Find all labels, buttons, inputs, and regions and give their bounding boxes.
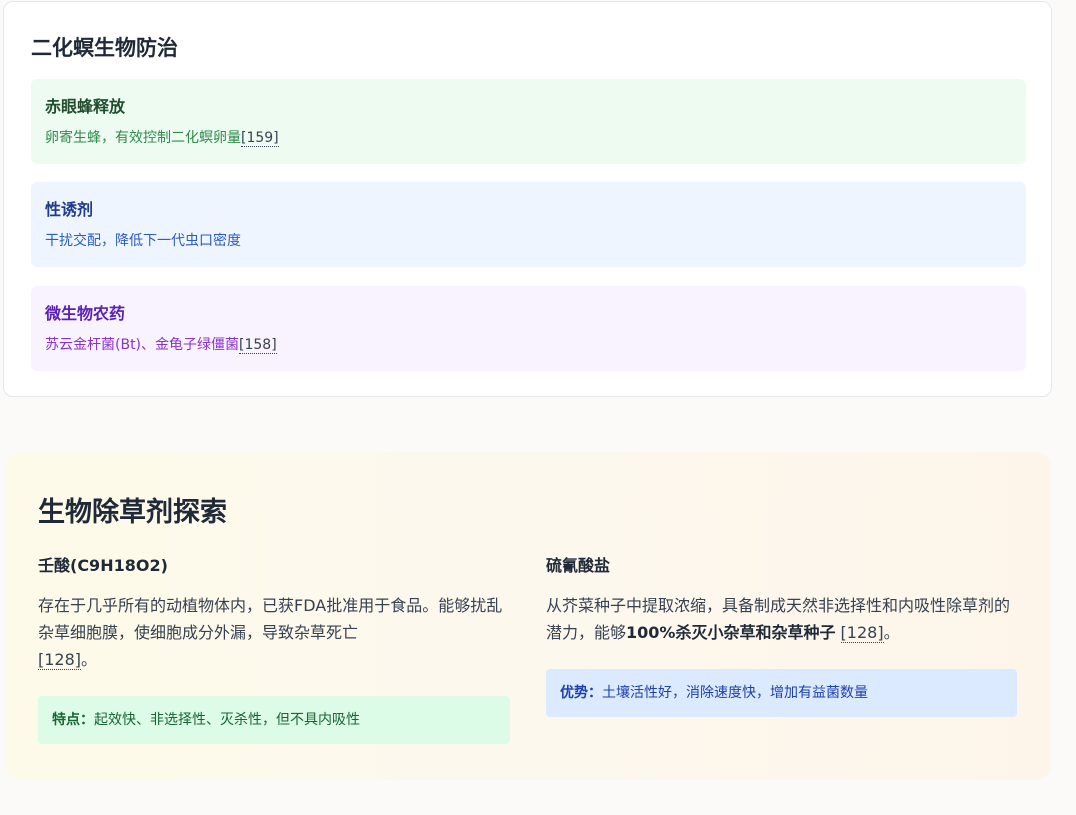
item-desc: 苏云金杆菌(Bt)、金龟子绿僵菌[158] bbox=[45, 337, 277, 354]
item-desc: 卵寄生蜂，有效控制二化螟卵量[159] bbox=[45, 130, 279, 147]
citation-link[interactable]: [158] bbox=[239, 337, 277, 354]
item-microbial-pesticide: 微生物农药 苏云金杆菌(Bt)、金龟子绿僵菌[158] bbox=[31, 286, 1026, 371]
feature-note: 特点：起效快、非选择性、灭杀性，但不具内吸性 bbox=[38, 696, 510, 744]
advantage-note: 优势：土壤活性好，消除速度快，增加有益菌数量 bbox=[546, 669, 1017, 717]
citation-link[interactable]: [128] bbox=[38, 650, 82, 670]
item-sex-attractant: 性诱剂 干扰交配，降低下一代虫口密度 bbox=[31, 182, 1026, 267]
item-title: 性诱剂 bbox=[45, 200, 94, 219]
item-title: 赤眼蜂释放 bbox=[45, 97, 126, 116]
rice-borer-biocontrol-card: 二化螟生物防治 赤眼蜂释放 卵寄生蜂，有效控制二化螟卵量[159] 性诱剂 干扰… bbox=[3, 1, 1052, 397]
thiocyanate-column: 硫氰酸盐 从芥菜种子中提取浓缩，具备制成天然非选择性和内吸性除草剂的潜力，能够1… bbox=[546, 552, 1018, 646]
column-body: 存在于几乎所有的动植物体内，已获FDA批准用于食品。能够扰乱杂草细胞膜，使细胞成… bbox=[38, 596, 503, 670]
column-body: 从芥菜种子中提取浓缩，具备制成天然非选择性和内吸性除草剂的潜力，能够100%杀灭… bbox=[546, 596, 1011, 643]
item-trichogramma: 赤眼蜂释放 卵寄生蜂，有效控制二化螟卵量[159] bbox=[31, 79, 1026, 164]
citation-link[interactable]: [159] bbox=[241, 130, 279, 147]
citation-link[interactable]: [128] bbox=[840, 623, 884, 643]
section-title: 二化螟生物防治 bbox=[31, 36, 178, 60]
section-title: 生物除草剂探索 bbox=[38, 497, 227, 528]
bioherbicide-card: 生物除草剂探索 壬酸(C9H18O2) 存在于几乎所有的动植物体内，已获FDA批… bbox=[6, 452, 1051, 780]
column-title: 硫氰酸盐 bbox=[546, 556, 611, 575]
nonanoic-acid-column: 壬酸(C9H18O2) 存在于几乎所有的动植物体内，已获FDA批准用于食品。能够… bbox=[38, 552, 510, 673]
item-desc: 干扰交配，降低下一代虫口密度 bbox=[45, 233, 241, 249]
column-title: 壬酸(C9H18O2) bbox=[38, 556, 168, 575]
item-title: 微生物农药 bbox=[45, 304, 126, 323]
